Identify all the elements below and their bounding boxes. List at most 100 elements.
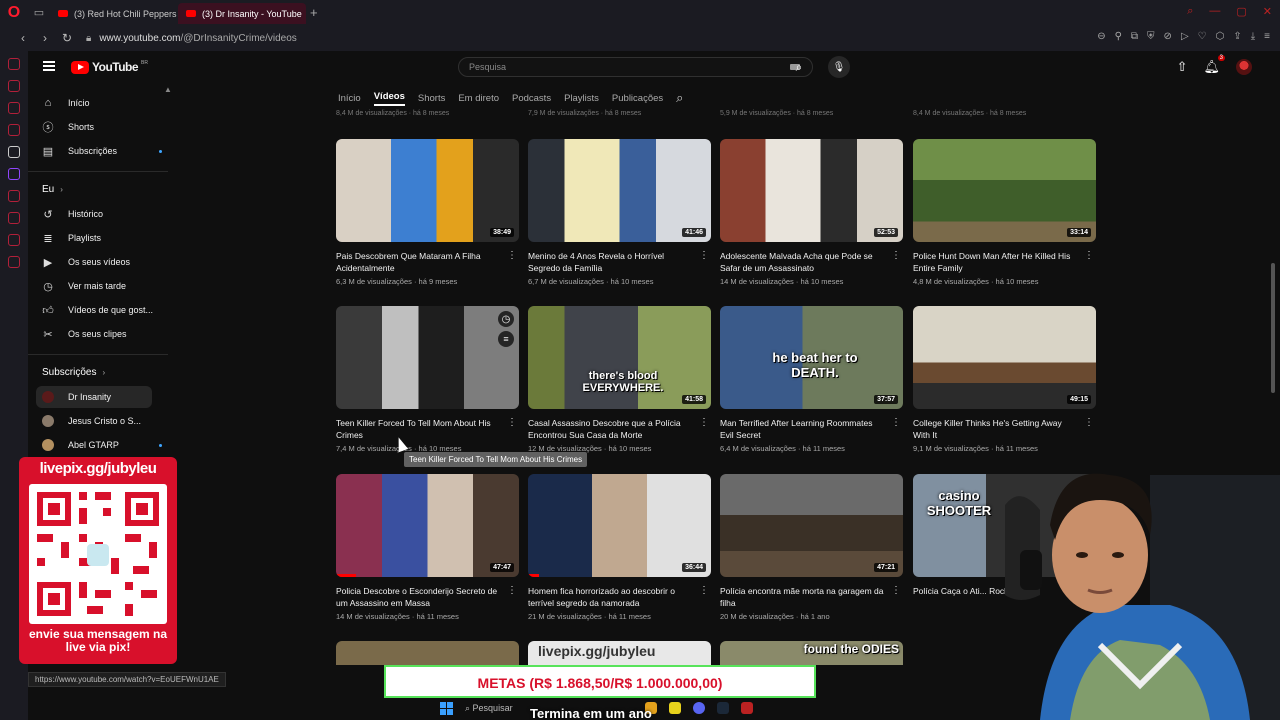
guide-sub-abel-gtarp[interactable]: Abel GTARP: [42, 434, 162, 456]
video-card[interactable]: there's blood EVERYWHERE. 41:58 Casal As…: [528, 306, 712, 453]
upload-icon[interactable]: ⇧: [1177, 59, 1188, 75]
adblock-icon[interactable]: ⊘: [1164, 31, 1172, 42]
notifications-button[interactable]: 🔔︎ 3: [1203, 55, 1225, 75]
video-thumbnail[interactable]: found the ODIES: [720, 641, 903, 665]
tab-red-hot-chili-peppers[interactable]: (3) Red Hot Chili Peppers: [50, 3, 178, 24]
tab-podcasts[interactable]: Podcasts: [512, 93, 551, 104]
sidebar-extensions-icon[interactable]: [8, 234, 20, 246]
steam-icon[interactable]: [716, 702, 729, 714]
guide-item-watch-later[interactable]: ◷ Ver mais tarde: [42, 275, 162, 297]
video-thumbnail[interactable]: 47:21: [720, 474, 903, 577]
guide-item-history[interactable]: ↺ Histórico: [42, 203, 162, 225]
guide-item-your-videos[interactable]: ▶ Os seus vídeos: [42, 251, 162, 273]
sidebar-tiktok-icon[interactable]: [8, 146, 20, 158]
extensions-icon[interactable]: ⬡: [1216, 31, 1225, 42]
windows-start-icon[interactable]: [440, 701, 453, 715]
more-actions-icon[interactable]: ⋮: [507, 585, 517, 596]
share-icon[interactable]: ⇪: [1233, 31, 1241, 42]
back-icon[interactable]: ‹: [14, 31, 32, 45]
opera-icon[interactable]: [740, 702, 753, 714]
sidebar-settings-icon[interactable]: [8, 256, 20, 268]
new-tab-icon[interactable]: +: [310, 5, 318, 20]
more-actions-icon[interactable]: ⋮: [699, 250, 709, 261]
video-title[interactable]: Adolescente Malvada Acha que Pode se Saf…: [720, 250, 885, 274]
video-title[interactable]: Teen Killer Forced To Tell Mom About His…: [336, 417, 501, 441]
video-thumbnail[interactable]: 38:49: [336, 139, 519, 242]
minimize-icon[interactable]: —: [1209, 5, 1220, 18]
shield-icon[interactable]: ⛨: [1147, 31, 1155, 42]
video-card[interactable]: ◷ ≡ Teen Killer Forced To Tell Mom About…: [336, 306, 520, 453]
video-thumbnail[interactable]: there's blood EVERYWHERE. 41:58: [528, 306, 711, 409]
guide-sub-dr-insanity[interactable]: Dr Insanity: [36, 386, 152, 408]
guide-item-home[interactable]: ⌂ Início: [42, 92, 162, 114]
sidebar-player-icon[interactable]: [8, 190, 20, 202]
tab-playlists[interactable]: Playlists: [564, 93, 599, 104]
youtube-logo[interactable]: YouTube BR: [71, 60, 148, 74]
url-field[interactable]: 🔒︎ www.youtube.com/@DrInsanityCrime/vide…: [86, 33, 297, 44]
video-title[interactable]: Pais Descobrem Que Mataram A Filha Acide…: [336, 250, 501, 274]
guide-menu-icon[interactable]: [43, 61, 55, 71]
video-title[interactable]: Homem fica horrorizado ao descobrir o te…: [528, 585, 693, 609]
scrollbar-thumb[interactable]: [1271, 263, 1275, 393]
download-icon[interactable]: ⤓: [1251, 31, 1255, 42]
video-title[interactable]: Polícia encontra mãe morta na garagem da…: [720, 585, 885, 609]
add-to-queue-icon[interactable]: ≡: [498, 331, 514, 347]
more-actions-icon[interactable]: ⋮: [891, 585, 901, 596]
watch-later-icon[interactable]: ◷: [498, 311, 514, 327]
snapshot-icon[interactable]: ⧉: [1131, 31, 1138, 42]
search-input[interactable]: Pesquisa: [458, 57, 813, 77]
search-tabs-icon[interactable]: ⌕: [1187, 5, 1193, 18]
more-actions-icon[interactable]: ⋮: [891, 250, 901, 261]
sidebar-instagram-icon[interactable]: [8, 102, 20, 114]
tab-dr-insanity[interactable]: (3) Dr Insanity - YouTube: [178, 3, 306, 24]
video-thumbnail[interactable]: ◷ ≡: [336, 306, 519, 409]
guide-you-heading[interactable]: Eu ›: [42, 184, 63, 195]
video-title[interactable]: Casal Assassino Descobre que a Polícia E…: [528, 417, 693, 441]
guide-sub-jesus-cristo[interactable]: Jesus Cristo o S...: [42, 410, 162, 432]
video-title[interactable]: Police Hunt Down Man After He Killed His…: [913, 250, 1078, 274]
video-card[interactable]: he beat her to DEATH. 37:57 Man Terrifie…: [720, 306, 904, 453]
video-thumbnail[interactable]: 52:53: [720, 139, 903, 242]
video-thumbnail[interactable]: 33:14: [913, 139, 1096, 242]
pin-icon[interactable]: ⚲: [1115, 31, 1122, 42]
more-actions-icon[interactable]: ⋮: [699, 417, 709, 428]
video-thumbnail[interactable]: [336, 641, 519, 665]
sidebar-whatsapp-icon[interactable]: [8, 124, 20, 136]
sidebar-history-icon[interactable]: [8, 212, 20, 224]
zoom-icon[interactable]: ⊖: [1097, 31, 1105, 42]
more-actions-icon[interactable]: ⋮: [507, 250, 517, 261]
video-title[interactable]: Man Terrified After Learning Roommates E…: [720, 417, 885, 441]
app-icon[interactable]: [668, 702, 681, 714]
sidebar-messenger-icon[interactable]: [8, 80, 20, 92]
video-thumbnail[interactable]: livepix.gg/jubyleu: [528, 641, 711, 665]
video-title[interactable]: Policia Descobre o Esconderijo Secreto d…: [336, 585, 501, 609]
guide-subscriptions-heading[interactable]: Subscrições ›: [42, 367, 105, 378]
sidebar-twitch-icon[interactable]: [8, 168, 20, 180]
reload-icon[interactable]: ↻: [58, 31, 76, 45]
video-title[interactable]: College Killer Thinks He's Getting Away …: [913, 417, 1078, 441]
video-card[interactable]: 47:47 Policia Descobre o Esconderijo Sec…: [336, 474, 520, 621]
video-thumbnail[interactable]: he beat her to DEATH. 37:57: [720, 306, 903, 409]
voice-search-button[interactable]: 🎙︎: [828, 56, 850, 78]
more-actions-icon[interactable]: ⋮: [891, 417, 901, 428]
tab-live[interactable]: Em direto: [458, 93, 499, 104]
video-card[interactable]: 36:44 Homem fica horrorizado ao descobri…: [528, 474, 712, 621]
heart-icon[interactable]: ♡: [1198, 31, 1207, 42]
close-icon[interactable]: ✕: [1263, 5, 1272, 18]
account-avatar[interactable]: [1236, 59, 1252, 75]
guide-item-playlists[interactable]: ≣ Playlists: [42, 227, 162, 249]
scroll-up-icon[interactable]: ▲: [164, 85, 172, 94]
video-thumbnail[interactable]: 36:44: [528, 474, 711, 577]
more-actions-icon[interactable]: ⋮: [699, 585, 709, 596]
video-card[interactable]: 52:53 Adolescente Malvada Acha que Pode …: [720, 139, 904, 286]
channel-search-icon[interactable]: ⌕: [676, 90, 683, 106]
guide-item-your-clips[interactable]: ✂ Os seus clipes: [42, 323, 162, 345]
tab-videos[interactable]: Vídeos: [373, 91, 405, 106]
more-actions-icon[interactable]: ⋮: [1084, 250, 1094, 261]
tab-shorts[interactable]: Shorts: [418, 93, 445, 104]
video-title[interactable]: Menino de 4 Anos Revela o Horrível Segre…: [528, 250, 693, 274]
video-card[interactable]: 33:14 Police Hunt Down Man After He Kill…: [913, 139, 1097, 286]
video-card[interactable]: 49:15 College Killer Thinks He's Getting…: [913, 306, 1097, 453]
tab-posts[interactable]: Publicações: [612, 93, 663, 104]
guide-item-subscriptions[interactable]: ▤ Subscrições: [42, 140, 162, 162]
